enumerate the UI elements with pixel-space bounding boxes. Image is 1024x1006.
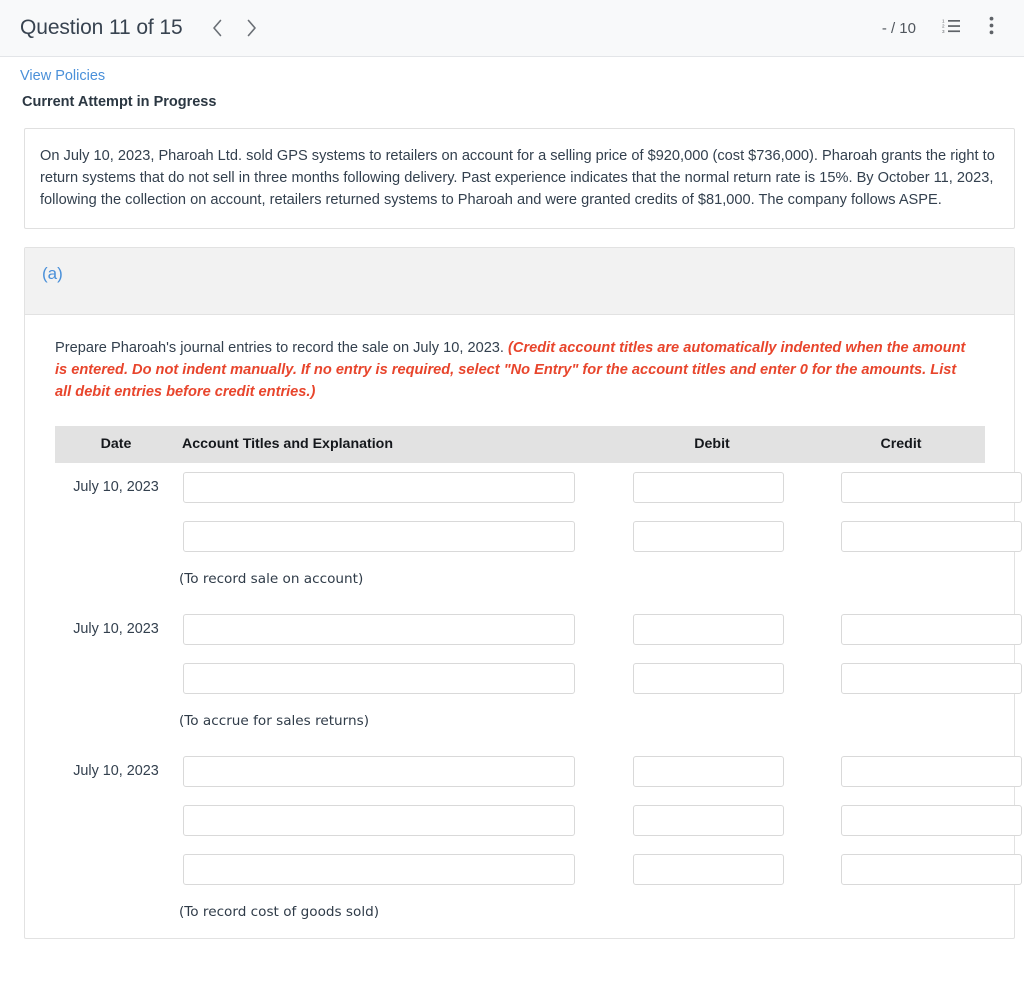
kebab-menu-icon [989,16,994,40]
problem-statement-card: On July 10, 2023, Pharoah Ltd. sold GPS … [24,128,1015,229]
score-display: - / 10 [881,19,916,37]
credit-amount-input[interactable] [841,662,1022,694]
entry-date-cell [55,512,177,561]
account-title-input[interactable] [183,613,575,645]
debit-amount-input[interactable] [633,520,784,552]
entry-date-cell [55,796,177,845]
table-row [55,512,1022,561]
table-row [55,845,1022,894]
chevron-left-icon [212,19,223,37]
debit-amount-input[interactable] [633,804,784,836]
question-list-button[interactable]: 1 2 3 [936,13,966,43]
table-row [55,654,1022,703]
table-row: July 10, 2023 [55,463,1022,512]
part-a-instructions: Prepare Pharoah's journal entries to rec… [55,337,995,404]
numbered-list-icon: 1 2 3 [942,17,961,40]
entry-note: (To accrue for sales returns) [179,712,370,729]
account-title-input[interactable] [183,520,575,552]
entry-note-row: (To accrue for sales returns) [55,703,985,747]
column-header-credit: Credit [817,425,985,463]
credit-amount-input[interactable] [841,755,1022,787]
entry-date-cell [55,654,177,703]
part-a-content: Prepare Pharoah's journal entries to rec… [25,315,1022,938]
previous-question-button[interactable] [201,11,235,45]
credit-amount-input[interactable] [841,471,1022,503]
debit-amount-input[interactable] [633,613,784,645]
debit-amount-input[interactable] [633,755,784,787]
next-question-button[interactable] [235,11,269,45]
column-header-debit: Debit [607,425,817,463]
problem-statement-text: On July 10, 2023, Pharoah Ltd. sold GPS … [40,148,995,209]
credit-amount-input[interactable] [841,613,1022,645]
table-row [55,796,1022,845]
entry-note: (To record sale on account) [179,570,364,587]
column-header-account: Account Titles and Explanation [177,425,607,463]
account-title-input[interactable] [183,755,575,787]
entry-note-row: (To record sale on account) [55,561,985,605]
instruction-prompt: Prepare Pharoah's journal entries to rec… [55,339,504,356]
entry-note: (To record cost of goods sold) [179,903,380,920]
question-toolbar: Question 11 of 15 - / 10 1 2 3 [0,0,1024,57]
chevron-right-icon [246,19,257,37]
credit-amount-input[interactable] [841,853,1022,885]
part-letter-label: (a) [42,263,63,283]
view-policies-link[interactable]: View Policies [0,57,105,84]
table-header-row: Date Account Titles and Explanation Debi… [55,425,985,463]
credit-amount-input[interactable] [841,804,1022,836]
account-title-input[interactable] [183,804,575,836]
question-navigation [201,11,269,45]
account-title-input[interactable] [183,471,575,503]
entry-note-row: (To record cost of goods sold) [55,894,985,938]
account-title-input[interactable] [183,853,575,885]
debit-amount-input[interactable] [633,662,784,694]
journal-entry-table: Date Account Titles and Explanation Debi… [55,425,1022,938]
toolbar-right-group: - / 10 1 2 3 [882,13,1006,43]
question-body: View Policies Current Attempt in Progres… [0,57,1024,939]
account-title-input[interactable] [183,662,575,694]
svg-text:3: 3 [942,28,945,33]
entry-date-cell [55,845,177,894]
debit-amount-input[interactable] [633,853,784,885]
table-row: July 10, 2023 [55,747,1022,796]
journal-entry-body: July 10, 2023 (To record sale on account)… [55,463,1022,938]
part-a-panel: (a) Prepare Pharoah's journal entries to… [24,246,1022,939]
part-a-header: (a) [25,247,1014,315]
table-row: July 10, 2023 [55,605,1022,654]
credit-amount-input[interactable] [841,520,1022,552]
debit-amount-input[interactable] [633,471,784,503]
entry-date-cell: July 10, 2023 [73,621,159,637]
entry-date-cell: July 10, 2023 [73,479,159,495]
entry-date-cell: July 10, 2023 [73,763,159,779]
attempt-status-label: Current Attempt in Progress [22,94,217,110]
more-options-button[interactable] [976,13,1006,43]
page-title: Question 11 of 15 [20,16,183,39]
column-header-date: Date [55,425,177,463]
